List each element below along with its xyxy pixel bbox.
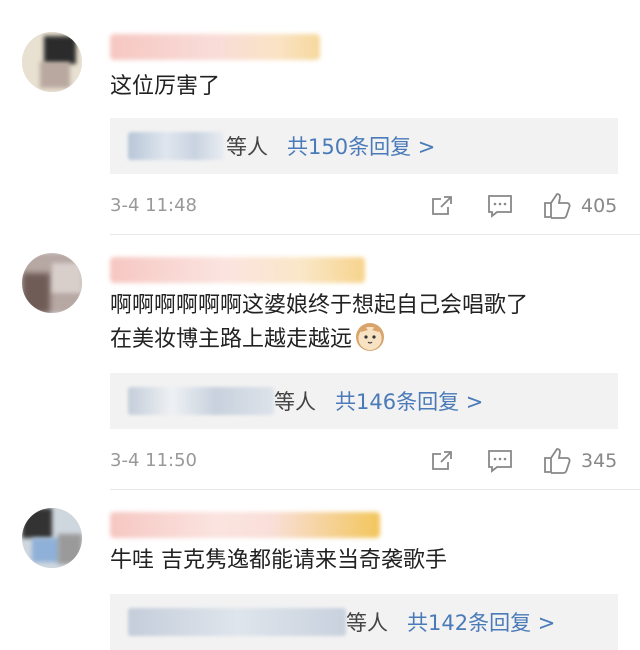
timestamp: 3-4 11:48	[110, 195, 197, 216]
comment-text: 牛哇 吉克隽逸都能请来当奇袭歌手	[110, 548, 447, 573]
reply-summary[interactable]: 等人 共142条回复 >	[110, 594, 618, 650]
username[interactable]	[110, 512, 380, 538]
comment-item: 啊啊啊啊啊啊这婆娘终于想起自己会唱歌了 在美妆博主路上越走越远 等人 共146条…	[0, 235, 640, 490]
like-count: 405	[581, 195, 618, 217]
comment-icon[interactable]	[487, 449, 513, 473]
username[interactable]	[110, 34, 320, 60]
thumbs-up-icon[interactable]	[543, 191, 571, 219]
reply-user-names	[128, 608, 346, 636]
like-count: 345	[581, 450, 618, 472]
thumbs-up-icon[interactable]	[543, 446, 571, 474]
comment-icon[interactable]	[487, 194, 513, 218]
timestamp: 3-4 11:50	[110, 450, 197, 471]
reply-count-link[interactable]: 共142条回复 >	[407, 607, 555, 637]
avatar[interactable]	[22, 508, 82, 568]
share-icon[interactable]	[430, 449, 454, 473]
reply-who: 等人	[274, 390, 316, 414]
reply-summary[interactable]: 等人 共150条回复 >	[110, 118, 618, 174]
reply-user-names	[128, 132, 224, 160]
reply-count-link[interactable]: 共146条回复 >	[335, 386, 483, 416]
comment-text: 啊啊啊啊啊啊这婆娘终于想起自己会唱歌了 在美妆博主路上越走越远	[110, 293, 529, 352]
cat-emoji-icon	[356, 323, 385, 351]
reply-user-names	[128, 387, 274, 415]
reply-who: 等人	[226, 135, 268, 159]
comment-item: 牛哇 吉克隽逸都能请来当奇袭歌手 等人 共142条回复 >	[0, 490, 640, 650]
reply-summary[interactable]: 等人 共146条回复 >	[110, 373, 618, 429]
avatar[interactable]	[22, 253, 82, 313]
reply-count-link[interactable]: 共150条回复 >	[287, 131, 435, 161]
username[interactable]	[110, 257, 365, 283]
reply-who: 等人	[346, 611, 388, 635]
share-icon[interactable]	[430, 194, 454, 218]
avatar[interactable]	[22, 32, 82, 92]
comment-item: 这位厉害了 等人 共150条回复 > 3-4 11:48 405	[0, 0, 640, 235]
comment-text: 这位厉害了	[110, 74, 221, 99]
